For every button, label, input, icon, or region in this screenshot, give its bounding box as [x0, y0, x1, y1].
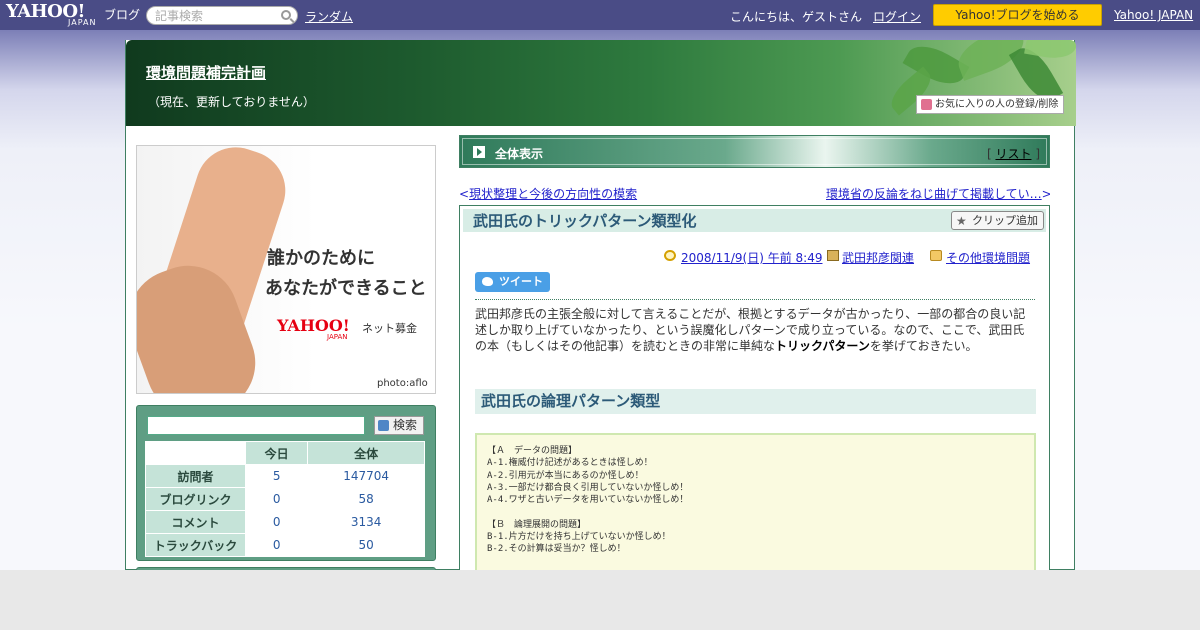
prev-article-link[interactable]: <現状整理と今後の方向性の模索 — [459, 185, 637, 202]
stats-corner — [145, 441, 246, 465]
blog-search-input[interactable] — [147, 416, 365, 435]
section-label: 全体表示 — [495, 147, 544, 161]
article-body: 武田邦彦氏の主張全般に対して言えることだが、根拠とするデータが古かったり、一部の… — [475, 306, 1035, 354]
article-title: 武田氏のトリックパターン類型化 — [473, 212, 697, 230]
logo-japan-text: JAPAN — [68, 18, 97, 27]
table-row: 訪問者 5 147704 — [145, 464, 425, 488]
arrow-right-icon — [473, 146, 485, 158]
stats-row-label: トラックバック — [145, 533, 246, 557]
stats-total-value: 50 — [307, 533, 425, 557]
clip-add-button[interactable]: ★ クリップ追加 — [951, 211, 1044, 230]
article-date-link[interactable]: 2008/11/9(日) 午前 8:49 — [681, 249, 822, 266]
next-article-link[interactable]: 環境省の反論をねじ曲げて掲載してい…> — [826, 185, 1050, 202]
article-box: 武田氏のトリックパターン類型化 ★ クリップ追加 2008/11/9(日) 午前… — [459, 205, 1050, 573]
start-blog-button[interactable]: Yahoo!ブログを始める — [933, 4, 1102, 26]
blog-search-button-label: 検索 — [393, 418, 418, 432]
list-bracket-close: ] — [1035, 147, 1040, 161]
category-link-other[interactable]: その他環境問題 — [946, 249, 1030, 266]
code-line: A-2.引用元が本当にあるのか怪しめ！ — [487, 470, 644, 481]
favorite-register-button[interactable]: お気に入りの人の登録/削除 — [916, 95, 1064, 114]
table-row: ブログリンク 0 58 — [145, 487, 425, 511]
yahoo-blog-logo[interactable]: YAHOO! JAPAN ブログ — [6, 2, 142, 27]
stats-total-value: 147704 — [307, 464, 425, 488]
stats-row-label: ブログリンク — [145, 487, 246, 511]
stats-today-value: 0 — [244, 533, 309, 557]
ad-line2: あなたができること — [265, 278, 427, 299]
stats-header-total: 全体 — [307, 441, 425, 465]
random-link[interactable]: ランダム — [305, 8, 353, 25]
blog-search-button[interactable]: 検索 — [374, 416, 424, 435]
ad-net-donation-text: ネット募金 — [362, 322, 417, 335]
login-link[interactable]: ログイン — [873, 8, 921, 25]
blog-wrapper: 環境問題補完計画 （現在、更新しておりません） お気に入りの人の登録/削除 誰か… — [125, 40, 1076, 577]
tweet-button[interactable]: ツイート — [475, 272, 550, 292]
book-icon — [827, 250, 839, 261]
net-donation-ad[interactable]: 誰かのために あなたができること YAHOO! JAPAN ネット募金 phot… — [136, 145, 436, 394]
logo-blog-text: ブログ — [104, 8, 141, 22]
tweet-button-label: ツイート — [499, 275, 543, 288]
article-header: 武田氏のトリックパターン類型化 ★ クリップ追加 — [463, 209, 1046, 232]
ad-photo-credit: photo:aflo — [377, 378, 428, 389]
prev-article-title: 現状整理と今後の方向性の模索 — [469, 187, 638, 201]
stats-today-value: 0 — [244, 487, 309, 511]
stats-total-value: 3134 — [307, 510, 425, 534]
table-row: トラックバック 0 50 — [145, 533, 425, 557]
search-icon — [378, 420, 389, 431]
stats-total-value: 58 — [307, 487, 425, 511]
code-line: A-1.権威付け記述があるときは怪しめ！ — [487, 458, 653, 469]
stats-row-label: 訪問者 — [145, 464, 246, 488]
page-footer-area — [0, 570, 1200, 630]
access-stats-table: 今日 全体 訪問者 5 147704 ブログリンク 0 58 コメント 0 31… — [145, 441, 425, 557]
body-text-bold: トリックパターン — [775, 339, 870, 353]
body-text-part2: を挙げておきたい。 — [869, 339, 978, 353]
ad-line1: 誰かのために — [267, 248, 375, 269]
greeting-text: こんにちは、ゲストさん — [730, 10, 863, 24]
category-link-takeda[interactable]: 武田邦彦関連 — [842, 249, 914, 266]
code-line: A-4.ワザと古いデータを用いていないか怪しめ！ — [487, 495, 689, 506]
favorite-button-label: お気に入りの人の登録/削除 — [935, 99, 1059, 110]
yahoo-japan-link[interactable]: Yahoo! JAPAN — [1114, 8, 1193, 22]
blog-title[interactable]: 環境問題補完計画 — [146, 62, 266, 83]
article-search-box — [146, 6, 298, 25]
stats-row-label: コメント — [145, 510, 246, 534]
top-bar: YAHOO! JAPAN ブログ ランダム こんにちは、ゲストさん ログイン Y… — [0, 0, 1200, 30]
stats-today-value: 5 — [244, 464, 309, 488]
clip-add-label: クリップ追加 — [972, 214, 1038, 227]
table-row: コメント 0 3134 — [145, 510, 425, 534]
list-view-link[interactable]: リスト — [995, 147, 1031, 161]
section-header-bar: 全体表示 [ リスト ] — [459, 135, 1050, 168]
code-line: 【Ｂ 論理展開の問題】 — [487, 519, 587, 530]
blog-header: 環境問題補完計画 （現在、更新しておりません） お気に入りの人の登録/削除 — [126, 40, 1076, 126]
next-arrow: > — [1041, 187, 1050, 201]
sidebar-search-stats: 検索 今日 全体 訪問者 5 147704 ブログリンク 0 58 コメント 0… — [136, 405, 436, 561]
search-icon[interactable] — [281, 10, 291, 20]
stats-header-today: 今日 — [244, 441, 309, 465]
blog-subtitle: （現在、更新しておりません） — [148, 95, 315, 109]
favorite-icon — [921, 99, 932, 110]
code-line: B-2.その計算は妥当か？怪しめ！ — [487, 544, 626, 555]
star-icon: ★ — [956, 214, 967, 228]
list-bracket-open: [ — [986, 147, 992, 161]
article-subheading: 武田氏の論理パターン類型 — [475, 389, 1036, 414]
divider — [475, 299, 1035, 300]
folder-icon — [930, 250, 942, 261]
twitter-bird-icon — [482, 277, 493, 286]
clock-icon — [664, 250, 676, 261]
article-search-input[interactable] — [155, 7, 279, 24]
stats-today-value: 0 — [244, 510, 309, 534]
next-article-title: 環境省の反論をねじ曲げて掲載してい… — [826, 187, 1042, 201]
list-view-link-wrap: [ リスト ] — [987, 145, 1040, 162]
code-line: 【Ａ データの問題】 — [487, 446, 578, 456]
ad-yahoo-japan-text: JAPAN — [327, 333, 348, 341]
code-line: B-1.片方だけを持ち上げていないか怪しめ！ — [487, 532, 671, 543]
prev-arrow: < — [459, 187, 470, 201]
pattern-list-box: 【Ａ データの問題】 A-1.権威付け記述があるときは怪しめ！ A-2.引用元が… — [475, 433, 1036, 573]
code-line: A-3.一部だけ都合良く引用していないか怪しめ！ — [487, 482, 689, 493]
